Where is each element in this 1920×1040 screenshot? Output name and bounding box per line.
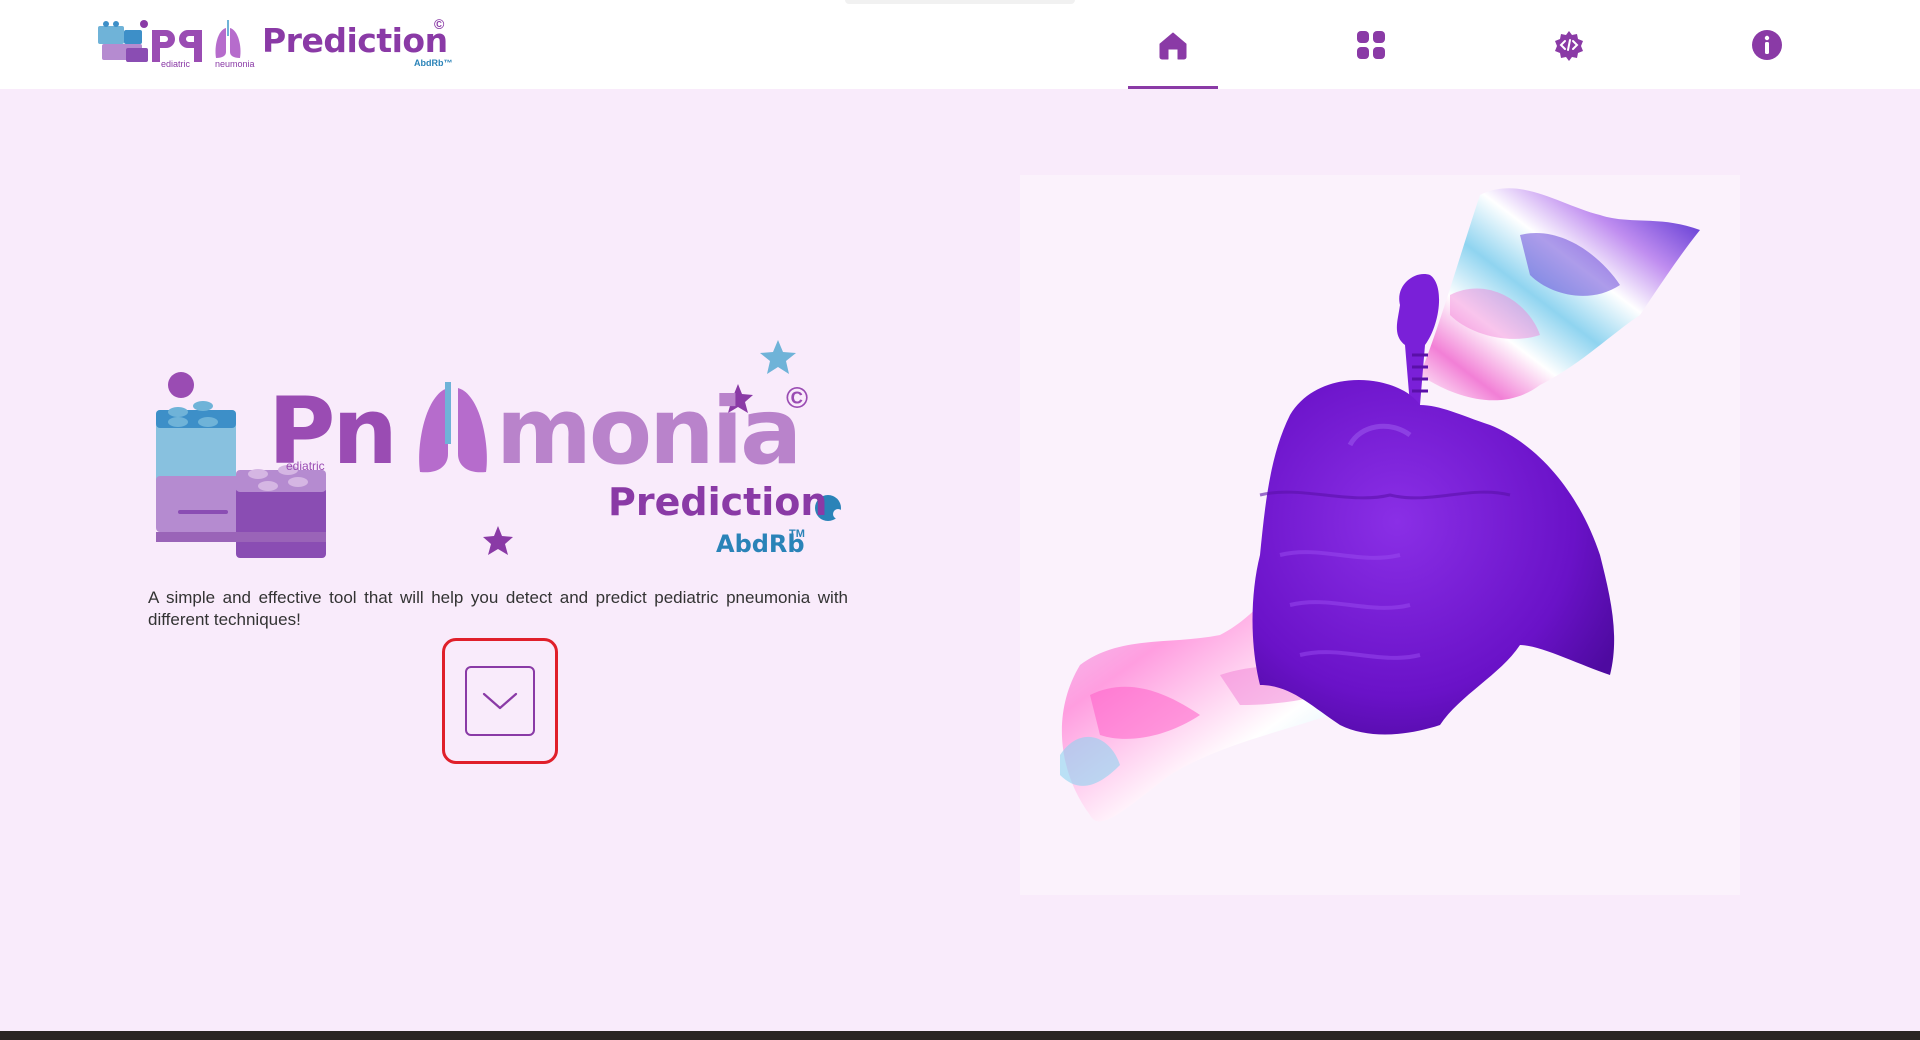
brand-logo[interactable]: Prediction © ediatric neumonia AbdRb™ xyxy=(98,16,458,74)
scroll-down-frame xyxy=(465,666,535,736)
scroll-down-button[interactable] xyxy=(442,638,558,764)
code-gear-icon xyxy=(1555,30,1583,61)
hero-tagline: A simple and effective tool that will he… xyxy=(148,588,848,629)
logo-word-end: monia xyxy=(496,378,802,485)
logo-prediction: Prediction xyxy=(608,480,828,524)
nav-home[interactable] xyxy=(1128,0,1218,89)
brand-tag: AbdRb™ xyxy=(414,58,453,68)
browser-tab-indicator xyxy=(845,0,1075,4)
nav-apps[interactable] xyxy=(1326,0,1416,89)
chevron-down-icon xyxy=(482,692,518,710)
brand-title: Prediction xyxy=(262,21,448,60)
top-navbar: Prediction © ediatric neumonia AbdRb™ xyxy=(0,0,1920,89)
logo-small-text: ediatric xyxy=(286,459,325,473)
hero-3d-illustration xyxy=(1020,175,1740,895)
nav-about[interactable] xyxy=(1722,0,1812,89)
logo-trademark: TM xyxy=(789,528,805,540)
grid-icon xyxy=(1357,30,1385,59)
logo-copyright: © xyxy=(786,382,809,415)
brand-copyright: © xyxy=(434,16,445,32)
home-icon xyxy=(1159,32,1187,59)
hero-logo: Pn monia ediatric © Prediction AbdRb TM xyxy=(148,340,858,570)
brand-sub-left: ediatric xyxy=(161,59,191,69)
brand-sub-right: neumonia xyxy=(215,59,255,69)
info-icon xyxy=(1752,29,1782,60)
taskbar-strip xyxy=(0,1031,1920,1040)
lungs-ribbon-image xyxy=(1060,188,1700,822)
nav-developer[interactable] xyxy=(1524,0,1614,89)
